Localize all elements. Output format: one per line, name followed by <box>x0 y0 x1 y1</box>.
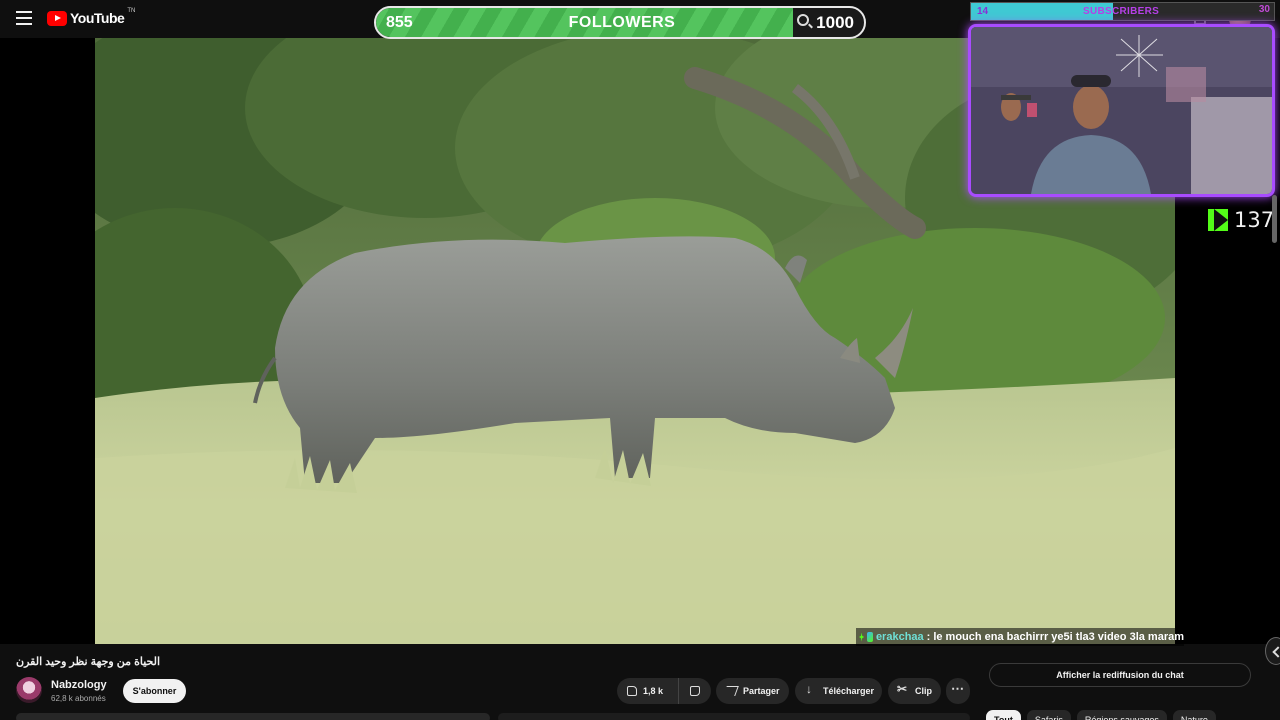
like-button[interactable]: 1,8 k <box>617 678 679 704</box>
thumb-up-icon <box>627 686 637 696</box>
video-letterbox-left <box>0 38 95 644</box>
more-actions-button[interactable] <box>946 678 970 704</box>
followers-goal: 1000 <box>816 13 854 32</box>
share-button[interactable]: Partager <box>716 678 789 704</box>
video-title: الحياة من وجهة نظر وحيد القرن <box>16 656 161 668</box>
chat-badge-icon <box>867 632 873 642</box>
chip-all[interactable]: Tout <box>986 710 1021 720</box>
subscribers-label: SUBSCRIBERS <box>1083 6 1160 17</box>
subscribers-goal: 30 <box>1258 4 1270 15</box>
comments-preview[interactable] <box>498 713 970 720</box>
clip-label: Clip <box>915 686 932 696</box>
chat-message: le mouch ena bachirrr ye5i tla3 video 3l… <box>933 631 1184 643</box>
like-dislike-group: 1,8 k <box>617 678 711 704</box>
chat-username: erakchaa <box>875 631 924 643</box>
channel-subscriber-count: 62,8 k abonnés <box>51 694 106 703</box>
followers-count: 855 <box>386 14 413 31</box>
search-icon <box>797 14 809 26</box>
subscribers-goal-bar: 14 SUBSCRIBERS 30 <box>970 2 1275 21</box>
kick-logo-icon <box>1208 209 1228 231</box>
chip-nature[interactable]: Nature <box>1172 710 1216 720</box>
youtube-play-icon <box>47 10 67 26</box>
share-label: Partager <box>743 686 780 696</box>
clip-button[interactable]: Clip <box>888 678 941 704</box>
dislike-button[interactable] <box>679 678 711 704</box>
channel-name[interactable]: Nabzology <box>51 679 107 691</box>
download-button[interactable]: Télécharger <box>795 678 882 704</box>
show-chat-replay-button[interactable]: Afficher la rediffusion du chat <box>989 663 1251 687</box>
streamer-webcam <box>968 24 1275 197</box>
description-box[interactable] <box>16 713 490 720</box>
followers-progress-fill <box>376 8 794 37</box>
scissors-icon <box>897 682 909 697</box>
sparkle-badge-icon <box>859 632 865 642</box>
channel-avatar[interactable] <box>16 677 42 703</box>
viewer-count: 137 <box>1234 208 1275 232</box>
chat-separator: : <box>926 631 931 643</box>
followers-goal-bar: 855 FOLLOWERS 1000 <box>374 6 866 39</box>
share-icon <box>723 686 739 696</box>
thumb-down-icon <box>690 686 700 696</box>
like-count: 1,8 k <box>643 686 664 696</box>
youtube-logo-text: YouTube <box>70 10 125 26</box>
chip-wild-regions[interactable]: Régions sauvages <box>1076 710 1167 720</box>
download-icon <box>805 682 817 697</box>
chat-message-overlay: erakchaa : le mouch ena bachirrr ye5i tl… <box>856 628 1184 646</box>
subscribers-count: 14 <box>977 6 989 17</box>
country-code: TN <box>127 8 136 14</box>
kick-viewer-count: 137 <box>1208 208 1274 232</box>
subscribe-button[interactable]: S'abonner <box>123 679 186 703</box>
page-scrollbar[interactable] <box>1272 195 1277 243</box>
webcam-image <box>971 27 1272 194</box>
download-label: Télécharger <box>823 686 875 696</box>
recommendation-chips: Tout Safaris Régions sauvages Nature <box>986 710 1216 720</box>
chip-safaris[interactable]: Safaris <box>1026 710 1071 720</box>
hamburger-menu-icon[interactable] <box>16 11 32 25</box>
more-horizontal-icon <box>951 681 964 697</box>
youtube-logo[interactable]: YouTube TN <box>47 8 136 26</box>
chevron-left-icon[interactable] <box>1265 637 1280 665</box>
